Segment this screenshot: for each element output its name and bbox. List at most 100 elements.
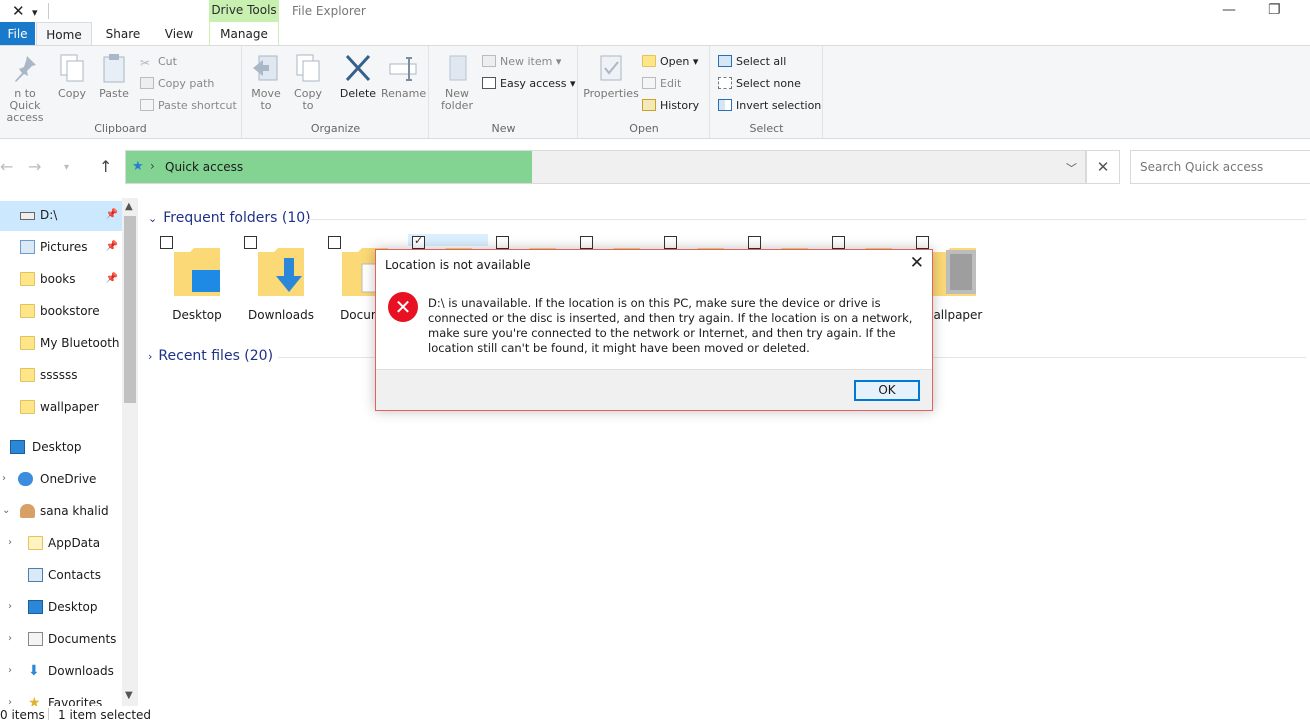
breadcrumb-chevron-icon[interactable]: › xyxy=(150,159,155,173)
tab-share[interactable]: Share xyxy=(100,22,146,46)
delete-button[interactable]: Delete xyxy=(339,52,377,100)
nav-item-downloads[interactable]: › ⬇ Downloads xyxy=(0,657,122,687)
chevron-right-icon[interactable]: › xyxy=(8,537,12,548)
recent-files-header[interactable]: › Recent files (20) xyxy=(148,348,273,364)
folder-icon xyxy=(20,272,35,286)
nav-item-my-bluetooth[interactable]: My Bluetooth xyxy=(0,329,122,359)
recent-locations-chevron-icon[interactable]: ▾ xyxy=(64,162,69,173)
scrollbar-thumb[interactable] xyxy=(124,216,136,403)
new-folder-button[interactable]: New folder xyxy=(438,52,476,112)
tab-manage[interactable]: Manage xyxy=(209,22,279,46)
cut-button[interactable]: ✂ Cut xyxy=(140,53,177,71)
navigation-scrollbar[interactable]: ▲ ▼ xyxy=(122,198,138,706)
search-input[interactable]: Search Quick access xyxy=(1130,150,1310,184)
paste-button[interactable]: Paste xyxy=(96,52,132,100)
edit-icon xyxy=(642,77,656,89)
history-button[interactable]: History xyxy=(642,97,699,115)
scroll-up-icon[interactable]: ▲ xyxy=(125,201,133,212)
nav-item-appdata[interactable]: › AppData xyxy=(0,529,122,559)
copy-to-button[interactable]: Copy to xyxy=(291,52,325,112)
select-group: Select all Select none Invert selection … xyxy=(711,46,823,138)
paste-shortcut-button[interactable]: Paste shortcut xyxy=(140,97,237,115)
nav-item-documents[interactable]: › Documents xyxy=(0,625,122,655)
delete-icon xyxy=(345,54,371,82)
nav-item-contacts[interactable]: Contacts xyxy=(0,561,122,591)
nav-item-d-drive[interactable]: D:\ 📌 xyxy=(0,201,122,231)
easy-access-button[interactable]: Easy access ▾ xyxy=(482,75,576,93)
open-button[interactable]: Open ▾ xyxy=(642,53,698,71)
drive-tools-header: Drive Tools xyxy=(209,0,279,22)
select-none-icon xyxy=(718,77,732,89)
frequent-folders-label: Frequent folders (10) xyxy=(163,210,311,226)
move-to-button[interactable]: Move to xyxy=(249,52,283,112)
chevron-right-icon[interactable]: › xyxy=(8,633,12,644)
properties-button[interactable]: Properties xyxy=(581,52,641,100)
scissors-icon: ✂ xyxy=(140,56,151,70)
restore-button[interactable]: ❐ xyxy=(1268,2,1281,18)
chevron-down-icon[interactable]: ⌄ xyxy=(2,505,10,516)
qat-divider xyxy=(48,3,49,19)
pictures-icon xyxy=(20,240,35,254)
edit-label: Edit xyxy=(660,77,682,90)
chevron-right-icon[interactable]: › xyxy=(8,601,12,612)
chevron-right-icon[interactable]: › xyxy=(2,473,6,484)
minimize-button[interactable]: — xyxy=(1222,2,1236,18)
address-dropdown-icon[interactable]: ﹀ xyxy=(1066,160,1077,176)
qat-dropdown-icon[interactable]: ▾ xyxy=(32,5,38,21)
ok-button[interactable]: OK xyxy=(854,380,920,401)
address-bar[interactable]: ★ › Quick access ﹀ xyxy=(125,150,1086,184)
section-divider xyxy=(306,219,1306,220)
nav-item-label: Desktop xyxy=(48,600,98,614)
nav-item-label: Downloads xyxy=(48,664,114,678)
new-item-button[interactable]: New item ▾ xyxy=(482,53,561,71)
rename-button[interactable]: Rename xyxy=(381,52,426,100)
nav-item-onedrive[interactable]: › OneDrive xyxy=(0,465,122,495)
file-explorer-window: ✕ ▾ Drive Tools File Explorer — ❐ File H… xyxy=(0,0,1310,722)
dialog-message: D:\ is unavailable. If the location is o… xyxy=(428,296,913,355)
scroll-down-icon[interactable]: ▼ xyxy=(125,690,133,701)
x-icon[interactable]: ✕ xyxy=(12,3,25,19)
nav-item-label: AppData xyxy=(48,536,101,550)
copy-path-button[interactable]: Copy path xyxy=(140,75,214,93)
chevron-right-icon[interactable]: › xyxy=(8,697,12,706)
nav-item-sana-khalid[interactable]: ⌄ sana khalid xyxy=(0,497,122,527)
folder-tile-downloads[interactable]: Downloads xyxy=(244,236,328,326)
tile-label: Desktop xyxy=(172,308,222,322)
desktop-icon xyxy=(28,600,43,614)
nav-item-bookstore[interactable]: bookstore xyxy=(0,297,122,327)
pin-to-quick-access-button[interactable]: n to Quick access xyxy=(0,52,50,124)
folder-tile-desktop[interactable]: Desktop xyxy=(160,236,244,326)
copy-button[interactable]: Copy xyxy=(54,52,90,100)
nav-item-favorites[interactable]: › ★ Favorites xyxy=(0,689,122,706)
nav-item-wallpaper[interactable]: wallpaper xyxy=(0,393,122,423)
chevron-right-icon[interactable]: › xyxy=(8,665,12,676)
nav-item-desktop-user[interactable]: › Desktop xyxy=(0,593,122,623)
nav-item-books[interactable]: books 📌 xyxy=(0,265,122,295)
recent-files-label: Recent files (20) xyxy=(158,348,274,364)
tab-home[interactable]: Home xyxy=(36,22,92,46)
invert-selection-button[interactable]: Invert selection xyxy=(718,97,821,115)
nav-item-desktop[interactable]: Desktop xyxy=(0,433,122,463)
select-none-button[interactable]: Select none xyxy=(718,75,801,93)
open-group-label: Open xyxy=(629,122,659,135)
ribbon: n to Quick access Copy Paste ✂ Cut Copy p… xyxy=(0,45,1310,139)
frequent-folders-header[interactable]: ⌄ Frequent folders (10) xyxy=(148,210,311,226)
search-placeholder: Search Quick access xyxy=(1140,160,1264,174)
copy-to-icon xyxy=(296,54,320,82)
nav-item-pictures[interactable]: Pictures 📌 xyxy=(0,233,122,263)
easy-access-icon xyxy=(482,77,496,89)
clear-address-button[interactable]: ✕ xyxy=(1086,150,1120,184)
easy-access-label: Easy access xyxy=(500,77,567,90)
up-arrow-icon[interactable]: ↑ xyxy=(99,157,112,176)
nav-item-ssssss[interactable]: ssssss xyxy=(0,361,122,391)
dialog-close-button[interactable]: ✕ xyxy=(910,253,924,273)
back-arrow-icon[interactable]: ← xyxy=(0,157,13,176)
forward-arrow-icon[interactable]: → xyxy=(28,157,41,176)
tab-view[interactable]: View xyxy=(156,22,202,46)
select-all-icon xyxy=(718,55,732,67)
cut-label: Cut xyxy=(158,55,177,68)
breadcrumb-quick-access[interactable]: Quick access xyxy=(165,160,243,174)
edit-button[interactable]: Edit xyxy=(642,75,681,93)
tab-file[interactable]: File xyxy=(0,22,35,46)
select-all-button[interactable]: Select all xyxy=(718,53,786,71)
